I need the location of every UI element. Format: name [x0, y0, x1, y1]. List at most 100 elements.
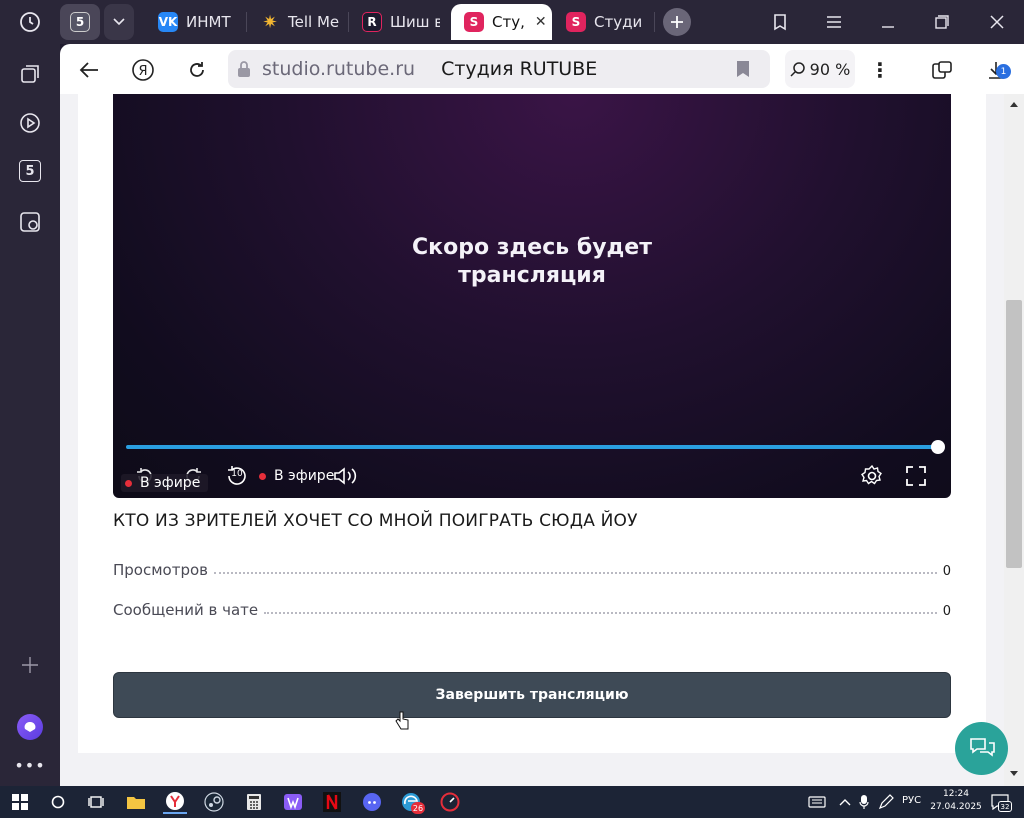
discord-icon[interactable] — [360, 790, 384, 814]
live-indicator[interactable]: В эфире — [259, 466, 334, 486]
clock-date: 27.04.2025 — [930, 802, 982, 812]
notifications-badge: 32 — [998, 801, 1012, 812]
close-window-button[interactable] — [982, 8, 1012, 36]
page-title: Студия RUTUBE — [441, 58, 598, 80]
settings-gear-icon[interactable] — [860, 464, 884, 488]
rutube-studio-icon: S — [464, 12, 484, 32]
tab-tell-me[interactable]: ✷ Tell Me — [260, 4, 340, 40]
alice-assistant-icon[interactable] — [17, 714, 43, 740]
progress-bar[interactable] — [126, 445, 938, 449]
live-label: В эфире — [274, 468, 335, 484]
address-bar[interactable]: studio.rutube.ru Студия RUTUBE — [228, 50, 770, 88]
player-message-line-2: трансляция — [458, 263, 606, 288]
screenshot-icon[interactable] — [17, 209, 43, 235]
tab-studio-active[interactable]: S Сту, ✕ — [451, 4, 552, 40]
volume-icon[interactable] — [333, 464, 359, 488]
minimize-button[interactable] — [873, 8, 903, 36]
language-indicator[interactable]: РУС — [902, 795, 921, 806]
live-label-small: В эфире — [140, 475, 201, 491]
scroll-down-icon[interactable] — [1009, 770, 1019, 778]
speedometer-app-icon[interactable] — [438, 790, 462, 814]
tab-shish[interactable]: R Шиш в — [362, 4, 440, 40]
player-message-line-1: Скоро здесь будет — [412, 235, 652, 260]
lock-icon[interactable] — [228, 60, 260, 78]
yandex-browser-icon[interactable] — [163, 790, 187, 814]
number-5-icon[interactable]: 5 — [19, 160, 41, 182]
tab-label: Шиш в — [390, 13, 440, 31]
video-player[interactable]: Скоро здесь будет трансляция В эфире 10 … — [113, 94, 951, 498]
history-icon[interactable] — [15, 8, 45, 36]
back-icon[interactable] — [75, 56, 103, 84]
live-dot — [125, 479, 132, 487]
browser-toolbar: Я studio.rutube.ru Студия RUTUBE 90 % ⋮ … — [60, 44, 1024, 94]
play-icon[interactable] — [17, 110, 43, 136]
bookmark-icon[interactable] — [736, 60, 750, 82]
zoom-icon — [790, 62, 805, 77]
more-icon[interactable]: ••• — [14, 752, 44, 778]
stat-divider — [214, 572, 937, 574]
replay-10-icon[interactable]: 10 — [225, 464, 249, 488]
zoom-indicator[interactable]: 90 % — [785, 50, 855, 88]
browser-sidebar: 5 ••• — [0, 44, 60, 786]
calculator-icon[interactable] — [242, 790, 266, 814]
add-panel-icon[interactable] — [17, 652, 43, 678]
new-tab-button[interactable] — [663, 8, 691, 36]
sun-icon: ✷ — [262, 11, 278, 33]
tab-label: Tell Me — [288, 13, 340, 31]
end-stream-button[interactable]: Завершить трансляцию — [113, 672, 951, 718]
windows-taskbar: 26 РУС 12:24 27.04.2025 32 — [0, 786, 1024, 818]
pen-icon[interactable] — [874, 790, 898, 814]
close-tab-icon[interactable]: ✕ — [535, 14, 547, 30]
zoom-value: 90 % — [809, 59, 851, 79]
extensions-icon[interactable] — [928, 56, 956, 84]
tab-label: Студи — [594, 13, 643, 31]
downloads-icon[interactable]: 1 — [982, 56, 1011, 84]
downloads-badge: 1 — [996, 64, 1011, 79]
microphone-icon[interactable] — [852, 790, 876, 814]
collections-icon[interactable] — [765, 8, 795, 36]
number-5-icon: 5 — [70, 12, 90, 32]
support-chat-button[interactable] — [955, 722, 1008, 775]
menu-icon[interactable] — [819, 8, 849, 36]
scrollbar-thumb[interactable] — [1006, 300, 1022, 568]
yandex-icon[interactable]: Я — [129, 56, 157, 84]
edge-icon[interactable]: 26 — [399, 790, 425, 814]
keyboard-icon[interactable] — [805, 790, 829, 814]
stat-row-views: Просмотров 0 — [113, 557, 951, 579]
edge-badge: 26 — [411, 802, 425, 814]
browser-tab-bar: 5 VK ИНМТ ✷ Tell Me R Шиш в S Сту, ✕ S С… — [0, 0, 1024, 44]
tab-group-chevron[interactable] — [104, 4, 134, 40]
tab-label: ИНМТ — [186, 13, 231, 31]
tab-label: Сту, — [492, 13, 525, 31]
taskbar-clock[interactable]: 12:24 27.04.2025 — [930, 788, 982, 814]
tabs-icon[interactable] — [17, 61, 43, 87]
steam-icon[interactable] — [202, 790, 226, 814]
netflix-icon[interactable] — [320, 790, 344, 814]
progress-knob[interactable] — [931, 440, 945, 454]
search-circle-icon[interactable] — [46, 790, 70, 814]
tab-inmt[interactable]: VK ИНМТ — [158, 4, 238, 40]
live-badge-small: В эфире — [121, 474, 209, 492]
task-view-icon[interactable] — [84, 790, 108, 814]
stream-title: КТО ИЗ ЗРИТЕЛЕЙ ХОЧЕТ СО МНОЙ ПОИГРАТЬ С… — [113, 511, 638, 531]
fullscreen-icon[interactable] — [904, 464, 928, 488]
reload-icon[interactable] — [183, 56, 211, 84]
notifications-icon[interactable]: 32 — [988, 790, 1012, 814]
more-options-icon[interactable]: ⋮ — [866, 56, 894, 84]
scroll-up-icon[interactable] — [1009, 100, 1019, 108]
store-app-icon[interactable] — [281, 790, 305, 814]
live-dot — [259, 472, 266, 480]
tab-number-5[interactable]: 5 — [60, 4, 100, 40]
windows-start-icon[interactable] — [8, 790, 32, 814]
clock-time: 12:24 — [943, 789, 969, 799]
stat-row-chat-messages: Сообщений в чате 0 — [113, 597, 951, 619]
vk-icon: VK — [158, 12, 178, 32]
maximize-button[interactable] — [927, 8, 957, 36]
chevron-down-icon — [113, 18, 125, 26]
stat-label: Просмотров — [113, 561, 208, 579]
stat-divider — [264, 612, 937, 614]
file-explorer-icon[interactable] — [124, 790, 148, 814]
r-logo-icon: R — [362, 12, 382, 32]
svg-text:Я: Я — [138, 64, 147, 79]
tab-studio[interactable]: S Студи — [566, 4, 646, 40]
